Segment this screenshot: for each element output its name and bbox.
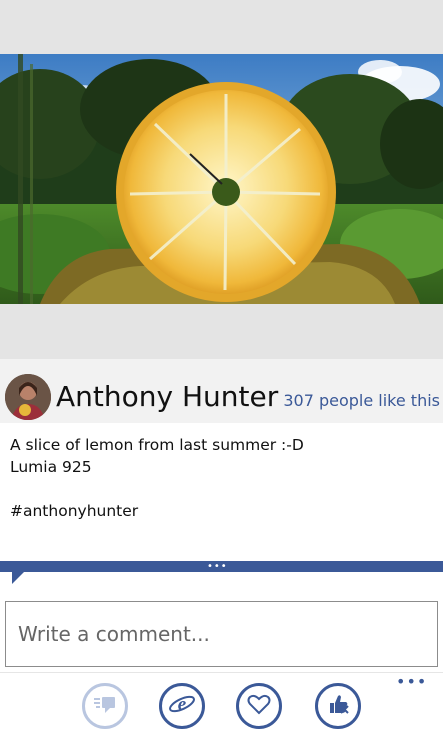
open-in-browser-button[interactable]: e xyxy=(159,683,205,729)
divider-dots: ••• xyxy=(207,561,228,572)
more-options-button[interactable]: ••• xyxy=(396,674,427,690)
heart-icon xyxy=(245,690,273,722)
caption-line xyxy=(10,478,430,500)
svg-text:e: e xyxy=(178,694,187,715)
photo-viewer[interactable] xyxy=(0,0,443,359)
favorite-button[interactable] xyxy=(236,683,282,729)
caption-hashtag[interactable]: #anthonyhunter xyxy=(10,500,430,522)
post-caption: A slice of lemon from last summer :-D Lu… xyxy=(10,434,430,522)
author-name[interactable]: Anthony Hunter xyxy=(56,380,278,414)
avatar[interactable] xyxy=(5,374,51,420)
app-bar xyxy=(0,672,443,738)
unlike-icon xyxy=(324,690,352,722)
caption-line: Lumia 925 xyxy=(10,458,92,476)
comments-icon xyxy=(91,690,119,722)
speech-tail xyxy=(12,572,24,584)
internet-explorer-icon: e xyxy=(168,690,196,722)
unlike-button[interactable] xyxy=(315,683,361,729)
comment-input[interactable] xyxy=(5,601,438,667)
comments-button[interactable] xyxy=(82,683,128,729)
caption-line: A slice of lemon from last summer :-D xyxy=(10,436,304,454)
likes-count-link[interactable]: 307 people like this xyxy=(283,391,440,411)
post-photo[interactable] xyxy=(0,54,443,304)
